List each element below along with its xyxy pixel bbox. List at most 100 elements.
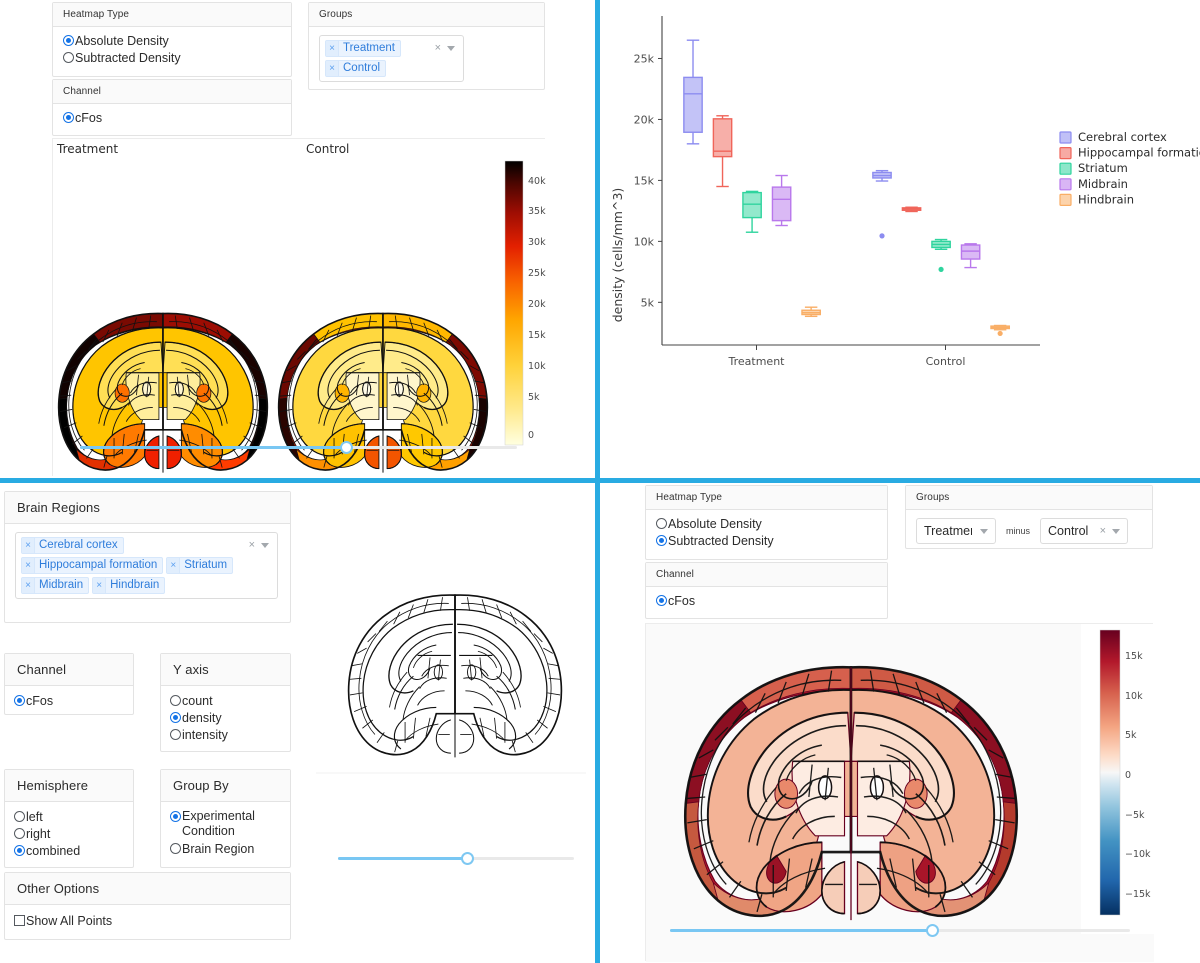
app-root: Heatmap Type Absolute Density Subtracted… <box>0 0 1200 963</box>
radio-brain-region[interactable]: Brain Region <box>170 841 281 857</box>
slider-handle[interactable] <box>340 441 354 454</box>
subtracted-density-svg: 15k 10k 5k 0 −5k −10k −15k <box>646 624 1154 962</box>
slice-slider-bottom-left[interactable] <box>338 850 574 866</box>
cbar-tick: 15k <box>1125 651 1143 662</box>
radio-combined[interactable]: combined <box>14 843 124 859</box>
group-minuend-select[interactable]: Treatment <box>916 518 996 544</box>
radio-indicator <box>170 811 181 822</box>
groups-token-list: × Treatment × Control <box>325 40 427 77</box>
token-remove-icon[interactable]: × <box>22 558 35 573</box>
token-remove-icon[interactable]: × <box>22 578 35 593</box>
chevron-down-icon[interactable] <box>980 528 988 534</box>
channel-card-br: Channel cFos <box>645 562 888 619</box>
cbar-tick: −10k <box>1125 849 1151 860</box>
other-options-body: Show All Points <box>5 905 290 937</box>
boxplot-chart: 5k 10k 15k 20k 25k Treatment Control Cerebral … <box>600 0 1200 478</box>
panel-boxplot-controls: Brain Regions × Cerebral cortex × Hippoc… <box>0 483 595 963</box>
radio-indicator <box>63 35 74 46</box>
token-treatment[interactable]: × Treatment <box>325 40 401 57</box>
slice-slider-bottom-right[interactable] <box>670 922 1130 938</box>
cbar-tick: 0 <box>1125 770 1131 781</box>
subtracted-density-plot: 15k 10k 5k 0 −5k −10k −15k <box>645 623 1154 962</box>
groups-header: Groups <box>309 3 544 27</box>
groups-body: × Treatment × Control × <box>309 27 544 90</box>
clear-all-icon[interactable]: × <box>249 539 255 551</box>
token-midbrain[interactable]: × Midbrain <box>21 577 90 594</box>
groups-card-br: Groups Treatment minus Control × <box>905 485 1153 549</box>
heatmap-type-header: Heatmap Type <box>53 3 291 27</box>
token-hippocampal-formation[interactable]: × Hippocampal formation <box>21 557 164 574</box>
box-hippocampal-formation <box>901 206 922 213</box>
radio-subtracted-density[interactable]: Subtracted Density <box>63 50 281 66</box>
heatmap-type-header: Heatmap Type <box>646 486 887 510</box>
radio-absolute-density[interactable]: Absolute Density <box>656 516 877 532</box>
radio-cfos[interactable]: cFos <box>63 110 281 126</box>
y-tick-label: 15k <box>634 174 655 187</box>
group-by-card: Group By Experimental Condition Brain Re… <box>160 769 291 868</box>
token-remove-icon[interactable]: × <box>326 41 339 56</box>
radio-intensity[interactable]: intensity <box>170 727 281 743</box>
other-options-card: Other Options Show All Points <box>4 872 291 940</box>
slider-handle[interactable] <box>925 924 939 937</box>
legend-swatch <box>1059 162 1072 175</box>
heatmap-type-card-br: Heatmap Type Absolute Density Subtracted… <box>645 485 888 560</box>
slice-slider-top-left[interactable] <box>80 439 517 455</box>
groups-multiselect[interactable]: × Treatment × Control × <box>319 35 464 82</box>
channel-header: Channel <box>5 654 133 686</box>
radio-count[interactable]: count <box>170 693 281 709</box>
radio-right[interactable]: right <box>14 826 124 842</box>
token-hindbrain[interactable]: × Hindbrain <box>92 577 166 594</box>
brain-regions-multiselect[interactable]: × Cerebral cortex × Hippocampal formatio… <box>15 532 278 599</box>
token-striatum[interactable]: × Striatum <box>166 557 234 574</box>
brain-regions-actions: × <box>241 537 273 551</box>
chevron-down-icon[interactable] <box>447 45 455 51</box>
other-options-header: Other Options <box>5 873 290 905</box>
cbar-tick: 30k <box>528 237 546 248</box>
chevron-down-icon[interactable] <box>261 542 269 548</box>
chevron-down-icon[interactable] <box>1112 528 1121 534</box>
y-axis-options: count density intensity <box>161 686 290 750</box>
channel-header: Channel <box>53 80 291 104</box>
cbar-tick: 5k <box>528 392 540 403</box>
radio-indicator <box>14 695 25 706</box>
panel-subtracted-density-heatmap: Heatmap Type Absolute Density Subtracted… <box>600 483 1200 963</box>
channel-card-bl: Channel cFos <box>4 653 134 715</box>
radio-absolute-density[interactable]: Absolute Density <box>63 33 281 49</box>
radio-subtracted-density[interactable]: Subtracted Density <box>656 533 877 549</box>
group-subtrahend-select[interactable]: Control × <box>1040 518 1129 544</box>
slider-fill <box>338 857 468 860</box>
cbar-tick: −15k <box>1125 889 1151 900</box>
legend-label: Hindbrain <box>1078 192 1134 206</box>
radio-indicator <box>170 729 181 740</box>
radio-density[interactable]: density <box>170 710 281 726</box>
legend-label: Midbrain <box>1078 177 1128 191</box>
cbar-tick: 25k <box>528 268 546 279</box>
y-axis-card: Y axis count density intensity <box>160 653 291 752</box>
x-tick-label: Treatment <box>728 355 786 368</box>
radio-left[interactable]: left <box>14 809 124 825</box>
groups-actions: × <box>427 40 459 54</box>
token-control[interactable]: × Control <box>325 60 387 77</box>
radio-indicator <box>170 695 181 706</box>
minus-operator-label: minus <box>1006 526 1031 536</box>
checkbox-show-all-points[interactable]: Show All Points <box>14 913 281 929</box>
radio-indicator <box>14 845 25 856</box>
token-remove-icon[interactable]: × <box>167 558 181 573</box>
cbar-tick: −5k <box>1125 810 1145 821</box>
token-remove-icon[interactable]: × <box>93 578 107 593</box>
radio-experimental-condition[interactable]: Experimental Condition <box>170 809 281 840</box>
slider-fill <box>80 446 347 449</box>
token-remove-icon[interactable]: × <box>22 538 35 553</box>
radio-cfos[interactable]: cFos <box>14 693 124 709</box>
token-remove-icon[interactable]: × <box>326 61 339 76</box>
group-by-header: Group By <box>161 770 290 802</box>
y-tick-label: 5k <box>641 296 655 309</box>
legend-swatch <box>1059 193 1072 206</box>
radio-indicator <box>14 828 25 839</box>
slider-handle[interactable] <box>461 852 475 865</box>
radio-indicator <box>656 535 667 546</box>
clear-all-icon[interactable]: × <box>435 42 441 54</box>
token-cerebral-cortex[interactable]: × Cerebral cortex <box>21 537 124 554</box>
clear-icon[interactable]: × <box>1100 525 1106 537</box>
radio-cfos[interactable]: cFos <box>656 593 877 609</box>
